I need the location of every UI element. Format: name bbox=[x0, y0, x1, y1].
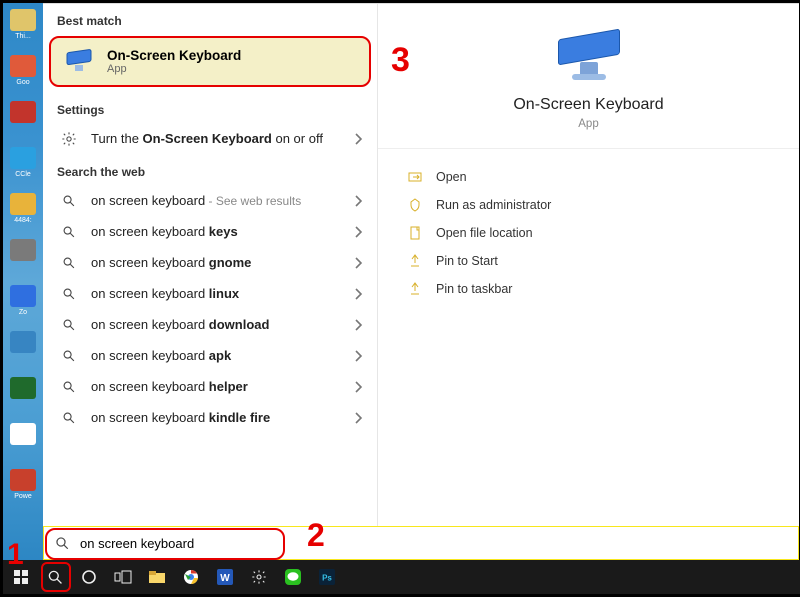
best-match-result[interactable]: On-Screen Keyboard App bbox=[49, 36, 371, 87]
desktop-icon[interactable]: Goo bbox=[6, 55, 40, 95]
best-match-subtitle: App bbox=[107, 63, 241, 75]
chevron-right-icon bbox=[355, 319, 363, 331]
preview-subtitle: App bbox=[578, 118, 598, 130]
web-result-5[interactable]: on screen keyboard apk bbox=[43, 340, 377, 371]
start-search-panel: Best match On-Screen Keyboard App Settin… bbox=[43, 3, 799, 563]
desktop-icon[interactable]: Zo bbox=[6, 285, 40, 325]
desktop-icon[interactable]: Powe bbox=[6, 469, 40, 509]
desktop-icon[interactable] bbox=[6, 423, 40, 463]
desktop-icon[interactable] bbox=[6, 377, 40, 417]
web-result-6[interactable]: on screen keyboard helper bbox=[43, 371, 377, 402]
action-label: Run as administrator bbox=[436, 198, 551, 212]
action-label: Pin to taskbar bbox=[436, 282, 512, 296]
chevron-right-icon bbox=[355, 226, 363, 238]
desktop-icon[interactable] bbox=[6, 331, 40, 371]
desktop-icon[interactable] bbox=[6, 101, 40, 141]
search-icon bbox=[57, 225, 81, 239]
action-label: Open bbox=[436, 170, 467, 184]
action-label: Pin to Start bbox=[436, 254, 498, 268]
section-search-web: Search the web bbox=[43, 155, 377, 185]
chevron-right-icon bbox=[355, 257, 363, 269]
search-input-bar[interactable] bbox=[43, 526, 799, 560]
web-result-label: on screen keyboard apk bbox=[91, 348, 355, 363]
desktop-icons-strip: Thi... Goo CCle 4484: Zo Powe bbox=[3, 3, 43, 563]
web-result-label: on screen keyboard - See web results bbox=[91, 193, 355, 208]
photoshop-icon[interactable]: Ps bbox=[315, 565, 339, 589]
action-icon bbox=[404, 226, 426, 240]
search-icon bbox=[57, 411, 81, 425]
web-result-label: on screen keyboard linux bbox=[91, 286, 355, 301]
line-icon[interactable] bbox=[281, 565, 305, 589]
section-best-match: Best match bbox=[43, 4, 377, 34]
search-input[interactable] bbox=[80, 536, 787, 551]
section-settings: Settings bbox=[43, 93, 377, 123]
desktop-icon[interactable]: 4484: bbox=[6, 193, 40, 233]
web-result-3[interactable]: on screen keyboard linux bbox=[43, 278, 377, 309]
web-result-label: on screen keyboard kindle fire bbox=[91, 410, 355, 425]
web-result-1[interactable]: on screen keyboard keys bbox=[43, 216, 377, 247]
chevron-right-icon bbox=[355, 381, 363, 393]
search-results-left: Best match On-Screen Keyboard App Settin… bbox=[43, 4, 378, 563]
preview-action-run-as-administrator[interactable]: Run as administrator bbox=[404, 191, 773, 219]
settings-result-label: Turn the On-Screen Keyboard on or off bbox=[91, 131, 355, 147]
preview-header: On-Screen Keyboard App bbox=[378, 4, 799, 149]
preview-title: On-Screen Keyboard bbox=[513, 96, 663, 114]
taskview-icon[interactable] bbox=[111, 565, 135, 589]
search-icon bbox=[57, 194, 81, 208]
word-icon[interactable]: W bbox=[213, 565, 237, 589]
annotation-number-2: 2 bbox=[307, 517, 325, 554]
best-match-title: On-Screen Keyboard bbox=[107, 48, 241, 63]
result-preview-pane: On-Screen Keyboard App Open Run as admini… bbox=[378, 4, 799, 563]
action-icon bbox=[404, 198, 426, 212]
search-icon bbox=[57, 318, 81, 332]
desktop-icon[interactable]: Thi... bbox=[6, 9, 40, 49]
desktop-icon[interactable] bbox=[6, 239, 40, 279]
web-result-2[interactable]: on screen keyboard gnome bbox=[43, 247, 377, 278]
action-icon bbox=[404, 282, 426, 296]
search-icon bbox=[57, 349, 81, 363]
search-icon bbox=[55, 536, 70, 551]
taskbar-search-icon[interactable] bbox=[43, 565, 67, 589]
chevron-right-icon bbox=[355, 412, 363, 424]
file-explorer-icon[interactable] bbox=[145, 565, 169, 589]
web-result-label: on screen keyboard download bbox=[91, 317, 355, 332]
preview-action-pin-to-taskbar[interactable]: Pin to taskbar bbox=[404, 275, 773, 303]
desktop-icon[interactable]: CCle bbox=[6, 147, 40, 187]
web-result-label: on screen keyboard helper bbox=[91, 379, 355, 394]
taskbar: W Ps bbox=[3, 560, 800, 594]
web-result-label: on screen keyboard gnome bbox=[91, 255, 355, 270]
gear-icon bbox=[57, 131, 81, 147]
keyboard-icon bbox=[65, 49, 95, 75]
search-icon bbox=[57, 380, 81, 394]
settings-icon[interactable] bbox=[247, 565, 271, 589]
web-result-4[interactable]: on screen keyboard download bbox=[43, 309, 377, 340]
action-label: Open file location bbox=[436, 226, 533, 240]
chevron-right-icon bbox=[355, 350, 363, 362]
search-icon bbox=[57, 256, 81, 270]
search-icon bbox=[57, 287, 81, 301]
cortana-icon[interactable] bbox=[77, 565, 101, 589]
preview-action-open-file-location[interactable]: Open file location bbox=[404, 219, 773, 247]
chevron-right-icon bbox=[355, 195, 363, 207]
action-icon bbox=[404, 171, 426, 183]
preview-action-pin-to-start[interactable]: Pin to Start bbox=[404, 247, 773, 275]
chevron-right-icon bbox=[355, 288, 363, 300]
annotation-number-1: 1 bbox=[7, 538, 24, 572]
keyboard-large-icon bbox=[552, 28, 626, 84]
action-icon bbox=[404, 254, 426, 268]
web-result-label: on screen keyboard keys bbox=[91, 224, 355, 239]
chevron-right-icon bbox=[355, 133, 363, 145]
svg-text:W: W bbox=[220, 573, 230, 584]
preview-actions: Open Run as administrator Open file locati… bbox=[378, 149, 799, 317]
annotation-number-3: 3 bbox=[391, 41, 410, 80]
web-result-0[interactable]: on screen keyboard - See web results bbox=[43, 185, 377, 216]
settings-result-osk-toggle[interactable]: Turn the On-Screen Keyboard on or off bbox=[43, 123, 377, 155]
preview-action-open[interactable]: Open bbox=[404, 163, 773, 191]
svg-text:Ps: Ps bbox=[322, 574, 332, 583]
chrome-icon[interactable] bbox=[179, 565, 203, 589]
web-result-7[interactable]: on screen keyboard kindle fire bbox=[43, 402, 377, 433]
